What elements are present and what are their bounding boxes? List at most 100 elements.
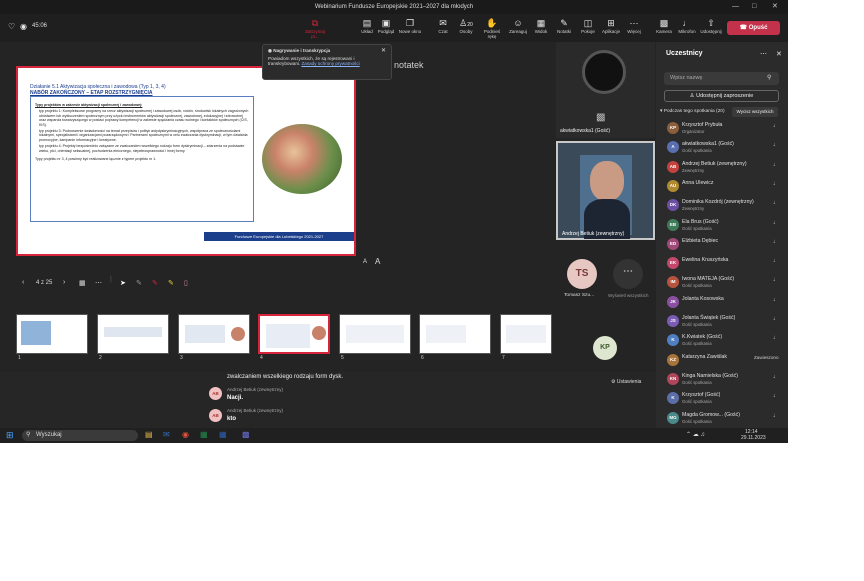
participant-row[interactable]: JK Jolanta Kosowska ♩ — [660, 294, 784, 314]
slide-thumbnail[interactable] — [419, 314, 491, 354]
slide-thumbnail-selected[interactable] — [258, 314, 330, 354]
highlighter-icon[interactable]: ✎ — [168, 279, 174, 287]
more-options-icon[interactable]: ⋯ — [95, 279, 102, 287]
folder-icon[interactable]: ▤ — [145, 430, 153, 439]
slide-thumbnail[interactable] — [16, 314, 88, 354]
minimize-icon[interactable]: — — [732, 0, 739, 14]
participant-row[interactable]: ED Elżbieta Dębiec ♩ — [660, 236, 784, 256]
zoom-in-button[interactable]: A — [375, 257, 380, 266]
participant-row[interactable]: KN Kinga Namielska (Gość) Gość spotkania ♩ — [660, 371, 784, 391]
thumbnail-number: 6 — [421, 355, 424, 361]
participant-row[interactable]: IM Iwona MATEJA (Gość) Gość spotkania ♩ — [660, 274, 784, 294]
share-invite-button[interactable]: ♙ Udostępnij zaproszenie — [664, 90, 779, 102]
avatar: EK — [667, 257, 679, 270]
view-all-label[interactable]: Wyświetl wszystkich — [608, 293, 648, 298]
participant-name: Elżbieta Dębiec — [682, 237, 719, 244]
teams-icon[interactable]: ▩ — [242, 430, 250, 439]
mic-off-icon: ♩ — [773, 258, 779, 265]
avatar: JK — [667, 295, 679, 308]
privacy-link[interactable]: Zasady ochrony prywatności — [301, 61, 359, 66]
slide-content-box: Typy projektów w zakresie aktywizacji sp… — [30, 96, 254, 222]
avatar: K — [667, 334, 679, 347]
more-button[interactable]: ⋯ Więcej — [621, 17, 647, 34]
stop-presenting-button[interactable]: ⧉ Zatrzymaj pr... — [302, 17, 328, 39]
people-button[interactable]: ♙20 Osoby — [453, 17, 479, 34]
participant-row[interactable]: KZ Katarzyna Zawiślak Zawieszono — [660, 352, 784, 372]
avatar[interactable]: TS — [567, 259, 597, 289]
participant-row[interactable]: AU Anna Ulewicz ♩ — [660, 178, 784, 198]
search-input[interactable]: Wpisz nazwę ⚲ — [664, 72, 779, 85]
mic-off-icon: ♩ — [773, 412, 779, 419]
mute-all-button[interactable]: Wycisz wszystkich — [732, 107, 778, 117]
close-window-icon[interactable]: ✕ — [772, 0, 778, 14]
participant-name: Katarzyna Zawiślak — [682, 353, 727, 360]
close-icon[interactable]: ✕ — [381, 47, 386, 54]
video-tile[interactable]: ▩ akwiatkowska1 (Gość) — [556, 42, 655, 138]
word-icon[interactable]: ▦ — [219, 430, 227, 439]
chat-author: Andrzej Betiuk (zewnętrzny) — [227, 387, 284, 392]
participant-role: Organizator — [682, 129, 705, 134]
pen-icon[interactable]: ✎ — [136, 279, 142, 287]
slide-thumbnail[interactable] — [500, 314, 552, 354]
more-icon[interactable]: ⋯ — [760, 50, 767, 58]
participant-row[interactable]: MG Magda Gromow... (Gość) Gość spotkania ♩ — [660, 410, 784, 430]
divider: | — [110, 276, 112, 283]
zoom-out-button[interactable]: A — [363, 259, 367, 265]
participant-row[interactable]: K K.Kwiatek (Gość) Gość spotkania ♩ — [660, 332, 784, 352]
raise-hand-button[interactable]: ✋ Podnieś rękę — [479, 17, 505, 39]
participant-row[interactable]: KP Krzysztof Prybuła Organizator ♩ — [660, 120, 784, 140]
clock-date: 29.11.2023 — [741, 435, 766, 441]
video-tile-speaker[interactable]: Andrzej Betiuk (zewnętrzny) — [556, 141, 655, 240]
more-participants-icon[interactable]: ⋯ — [613, 259, 643, 289]
mic-off-icon: ♩ — [773, 200, 779, 207]
participant-row[interactable]: AB Andrzej Betiuk (zewnętrzny) Zewnętrzny ♩ — [660, 159, 784, 179]
share-button[interactable]: ⇧ Udostępnij — [698, 17, 724, 34]
participant-row[interactable]: DK Dominika Kozdrój (zewnętrzny) Zewnętrzn… — [660, 197, 784, 217]
leave-button[interactable]: ☎ Opuść — [727, 21, 780, 35]
mic-button[interactable]: ♩ Mikrofon — [674, 17, 700, 34]
taskbar: ⊞ ⚲ Wyszukaj ▤ ✉ ◉ ▦ ▦ ▩ ⌃ ☁ ♫ 12:14 29.1… — [0, 428, 788, 443]
hand-icon: ✋ — [486, 18, 498, 28]
participant-name: K.Kwiatek (Gość) — [682, 334, 723, 341]
pointer-icon[interactable]: ➤ — [120, 279, 126, 287]
participant-role: Gość spotkania — [682, 322, 712, 327]
mic-off-icon: ♩ — [773, 142, 779, 149]
taskbar-search[interactable]: ⚲ Wyszukaj — [22, 430, 138, 441]
red-pen-icon[interactable]: ✎ — [152, 279, 158, 287]
tray-icons[interactable]: ⌃ ☁ ♫ — [686, 431, 705, 438]
chat-settings-button[interactable]: ⚙ Ustawienia — [611, 379, 641, 385]
slide-thumbnail[interactable] — [178, 314, 250, 354]
title-bar: Webinarium Fundusze Europejskie 2021–202… — [0, 0, 788, 14]
avatar: AB — [209, 387, 222, 400]
slide-thumbnail[interactable] — [339, 314, 411, 354]
participant-name: Jolanta Kosowska — [682, 295, 724, 302]
participant-row[interactable]: K Krzysztof (Gość) Gość spotkania ♩ — [660, 390, 784, 410]
thumbnail-number: 4 — [260, 355, 263, 361]
slide-thumbnail[interactable] — [97, 314, 169, 354]
new-window-button[interactable]: ❐ Nowe okno — [397, 17, 423, 34]
outlook-icon[interactable]: ✉ — [163, 430, 170, 439]
participant-name: Jolanta Świątek (Gość) — [682, 315, 736, 321]
avatar[interactable]: KP — [593, 336, 617, 360]
participant-row[interactable]: EB Ela Brus (Gość) Gość spotkania ♩ — [660, 217, 784, 237]
participant-row[interactable]: Aakwiatkowska1 (Gość) Gość spotkania ♩ — [660, 139, 784, 159]
windows-start-icon[interactable]: ⊞ — [6, 430, 14, 441]
avatar: MG — [667, 411, 679, 424]
next-slide-button[interactable]: › — [63, 279, 65, 286]
preview-button[interactable]: ▣ Podgląd — [373, 17, 399, 34]
prev-slide-button[interactable]: ‹ — [22, 279, 24, 286]
participant-status: Zawieszono — [754, 354, 779, 360]
notes-button[interactable]: ✎ Notatki — [551, 17, 577, 34]
section-header[interactable]: ▾ Podczas tego spotkania (20) — [660, 109, 725, 114]
participant-row[interactable]: EK Ewelina Kruszyńska ♩ — [660, 255, 784, 275]
eraser-icon[interactable]: ▯ — [184, 279, 188, 287]
maximize-icon[interactable]: □ — [752, 0, 756, 14]
participant-row[interactable]: JS Jolanta Świątek (Gość) Gość spotkania ♩ — [660, 313, 784, 333]
window-title: Webinarium Fundusze Europejskie 2021–202… — [314, 4, 474, 10]
excel-icon[interactable]: ▦ — [200, 430, 208, 439]
grid-view-icon[interactable]: ▦ — [79, 279, 86, 287]
close-icon[interactable]: ✕ — [776, 50, 782, 58]
mic-off-icon: ♩ — [773, 123, 779, 129]
chrome-icon[interactable]: ◉ — [182, 430, 189, 439]
participant-name: Andrzej Betiuk (zewnętrzny) — [682, 160, 747, 167]
